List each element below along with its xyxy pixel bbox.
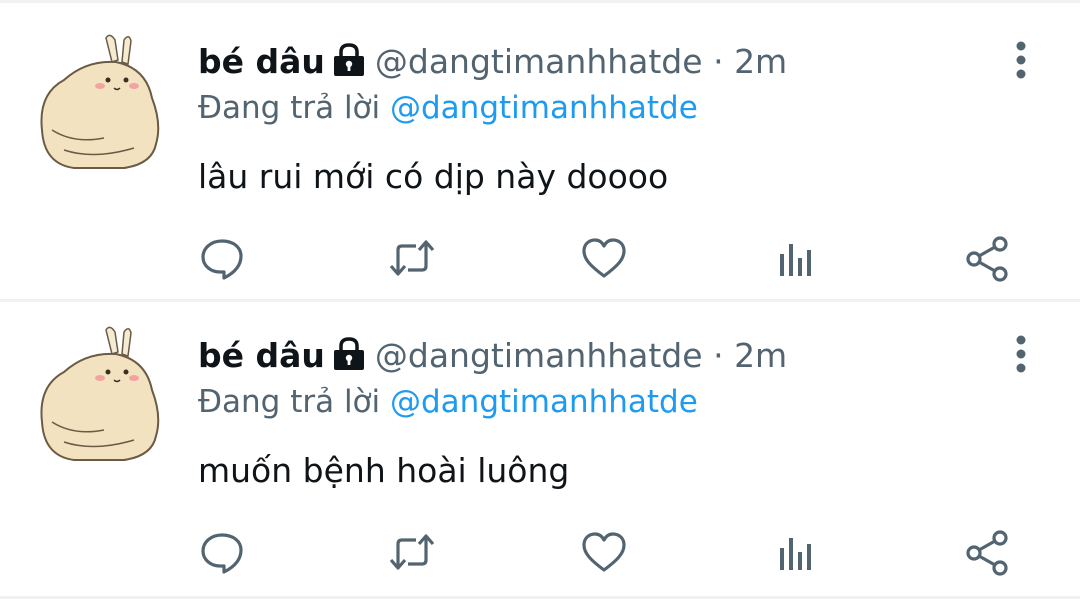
- avatar[interactable]: [34, 326, 164, 466]
- retweet-icon[interactable]: [388, 528, 436, 576]
- tweet-header: bé dâu @dangtimanhhatde · 2m: [198, 42, 787, 82]
- timestamp[interactable]: 2m: [734, 336, 787, 375]
- tweet-text: lâu rui mới có dịp này doooo: [198, 157, 669, 196]
- tweet[interactable]: bé dâu @dangtimanhhatde · 2m Đang trả lời…: [0, 4, 1080, 296]
- lock-icon: [331, 337, 367, 371]
- like-icon[interactable]: [580, 234, 628, 282]
- handle[interactable]: @dangtimanhhatde: [375, 336, 703, 375]
- replying-to: Đang trả lời @dangtimanhhatde: [198, 88, 698, 128]
- retweet-icon[interactable]: [388, 234, 436, 282]
- replying-to-mention[interactable]: @dangtimanhhatde: [390, 384, 698, 420]
- analytics-icon[interactable]: [772, 234, 820, 282]
- replying-to: Đang trả lời @dangtimanhhatde: [198, 382, 698, 422]
- tweet[interactable]: bé dâu @dangtimanhhatde · 2m Đang trả lời…: [0, 302, 1080, 594]
- separator-dot: ·: [713, 336, 724, 375]
- timestamp[interactable]: 2m: [734, 42, 787, 81]
- replying-to-label: Đang trả lời: [198, 90, 381, 126]
- lock-icon: [331, 43, 367, 77]
- replying-to-label: Đang trả lời: [198, 384, 381, 420]
- like-icon[interactable]: [580, 528, 628, 576]
- display-name[interactable]: bé dâu: [198, 336, 325, 375]
- reply-icon[interactable]: [198, 234, 246, 282]
- more-options-icon[interactable]: [1003, 40, 1039, 84]
- tweet-text: muốn bệnh hoài luông: [198, 451, 570, 490]
- analytics-icon[interactable]: [772, 528, 820, 576]
- share-icon[interactable]: [964, 234, 1012, 282]
- display-name[interactable]: bé dâu: [198, 42, 325, 81]
- avatar[interactable]: [34, 34, 164, 174]
- more-options-icon[interactable]: [1003, 334, 1039, 378]
- share-icon[interactable]: [964, 528, 1012, 576]
- divider-bottom: [0, 596, 1080, 599]
- reply-icon[interactable]: [198, 528, 246, 576]
- divider-top: [0, 0, 1080, 3]
- handle[interactable]: @dangtimanhhatde: [375, 42, 703, 81]
- separator-dot: ·: [713, 42, 724, 81]
- replying-to-mention[interactable]: @dangtimanhhatde: [390, 90, 698, 126]
- tweet-header: bé dâu @dangtimanhhatde · 2m: [198, 336, 787, 376]
